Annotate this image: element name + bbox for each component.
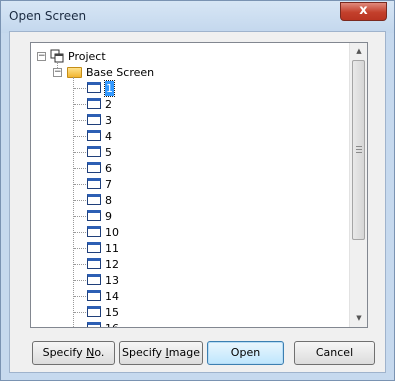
tree-connector-line xyxy=(74,264,86,265)
open-screen-dialog: Open Screen x − Project − Base Screen 1 2 3 4 5 6… xyxy=(0,0,395,381)
screen-icon xyxy=(87,226,101,237)
thumb-grip-line xyxy=(356,149,362,150)
screen-icon xyxy=(87,322,101,327)
tree-row-screen[interactable]: 12 xyxy=(31,257,331,272)
tree-row-screen[interactable]: 3 xyxy=(31,113,331,128)
screen-tree-view[interactable]: − Project − Base Screen 1 2 3 4 5 6 7 8 9 10 11 12 13 14 1… xyxy=(30,42,368,328)
thumb-grip-line xyxy=(356,146,362,147)
tree-label-screen: 12 xyxy=(105,258,119,271)
scrollbar-thumb[interactable] xyxy=(352,60,365,240)
tree-label-screen: 1 xyxy=(104,80,115,97)
tree-label-screen: 4 xyxy=(105,130,112,143)
tree-connector-line xyxy=(74,168,86,169)
screen-icon xyxy=(87,114,101,125)
tree-row-project[interactable]: − Project xyxy=(31,49,331,64)
tree-label-screen: 16 xyxy=(105,321,119,327)
specify-no-label-prefix: Specify xyxy=(42,346,87,359)
tree-connector-line xyxy=(74,120,86,121)
tree-label-screen: 15 xyxy=(105,306,119,319)
screen-icon xyxy=(87,98,101,109)
tree-connector-line xyxy=(74,312,86,313)
tree-connector-line xyxy=(74,232,86,233)
screen-icon xyxy=(87,274,101,285)
thumb-grip-line xyxy=(356,152,362,153)
tree-row-screen[interactable]: 6 xyxy=(31,161,331,176)
vertical-scrollbar[interactable]: ▲ ▼ xyxy=(349,43,367,327)
tree-row-screen[interactable]: 1 xyxy=(31,80,331,97)
screen-icon xyxy=(87,194,101,205)
tree-connector-line xyxy=(74,280,86,281)
tree-connector-line xyxy=(74,296,86,297)
tree-row-screen[interactable]: 10 xyxy=(31,225,331,240)
tree-label-screen: 5 xyxy=(105,146,112,159)
collapse-icon[interactable]: − xyxy=(37,52,46,61)
tree-connector-line xyxy=(74,88,86,89)
specify-no-label-suffix: o. xyxy=(94,346,105,359)
tree-label-screen: 6 xyxy=(105,162,112,175)
tree-label-screen: 3 xyxy=(105,114,112,127)
specify-image-label-suffix: mage xyxy=(168,346,200,359)
open-button[interactable]: Open xyxy=(207,341,284,365)
tree-label-screen: 13 xyxy=(105,274,119,287)
tree-connector-line xyxy=(74,136,86,137)
close-button[interactable]: x xyxy=(340,2,387,21)
collapse-icon[interactable]: − xyxy=(53,68,62,77)
tree-row-screen[interactable]: 9 xyxy=(31,209,331,224)
dialog-title: Open Screen xyxy=(9,9,87,23)
tree-label-screen: 8 xyxy=(105,194,112,207)
tree-label-project: Project xyxy=(68,50,106,63)
screen-icon xyxy=(87,290,101,301)
tree-row-screen[interactable]: 5 xyxy=(31,145,331,160)
tree-row-screen[interactable]: 16 xyxy=(31,321,331,327)
tree-label-screen: 7 xyxy=(105,178,112,191)
folder-icon xyxy=(67,67,82,78)
tree-label-screen: 10 xyxy=(105,226,119,239)
specify-no-button[interactable]: Specify No. xyxy=(32,341,115,365)
tree-row-screen[interactable]: 11 xyxy=(31,241,331,256)
tree-connector-line xyxy=(74,248,86,249)
tree-label-screen: 9 xyxy=(105,210,112,223)
screen-icon xyxy=(87,130,101,141)
screen-icon xyxy=(87,82,101,93)
tree-label-screen: 14 xyxy=(105,290,119,303)
tree-connector-line xyxy=(74,184,86,185)
scroll-down-arrow-icon[interactable]: ▼ xyxy=(351,310,367,326)
dialog-client-area: − Project − Base Screen 1 2 3 4 5 6 7 8 9 10 11 12 13 14 1… xyxy=(9,31,386,373)
screen-icon xyxy=(87,210,101,221)
tree-connector-line xyxy=(74,200,86,201)
tree-label-screen: 2 xyxy=(105,98,112,111)
tree-connector-line xyxy=(74,152,86,153)
screen-icon xyxy=(87,146,101,157)
screen-icon xyxy=(87,306,101,317)
screen-icon xyxy=(87,178,101,189)
tree-label-screen: 11 xyxy=(105,242,119,255)
scroll-up-arrow-icon[interactable]: ▲ xyxy=(351,43,367,59)
tree-content: − Project − Base Screen 1 2 3 4 5 6 7 8 9 10 11 12 13 14 1… xyxy=(31,43,349,327)
tree-row-screen[interactable]: 13 xyxy=(31,273,331,288)
tree-connector-line xyxy=(57,61,58,68)
tree-row-screen[interactable]: 7 xyxy=(31,177,331,192)
screen-icon xyxy=(87,242,101,253)
screen-icon xyxy=(87,258,101,269)
specify-image-label-prefix: Specify xyxy=(122,346,166,359)
tree-row-base-screen[interactable]: − Base Screen xyxy=(31,65,331,80)
tree-row-screen[interactable]: 8 xyxy=(31,193,331,208)
tree-connector-line xyxy=(74,104,86,105)
screen-icon xyxy=(87,162,101,173)
tree-row-screen[interactable]: 4 xyxy=(31,129,331,144)
title-bar: Open Screen x xyxy=(1,1,394,33)
tree-connector-line xyxy=(74,216,86,217)
specify-image-button[interactable]: Specify Image xyxy=(119,341,203,365)
tree-row-screen[interactable]: 2 xyxy=(31,97,331,112)
tree-label-base-screen: Base Screen xyxy=(86,66,155,79)
tree-row-screen[interactable]: 15 xyxy=(31,305,331,320)
cancel-button[interactable]: Cancel xyxy=(294,341,375,365)
tree-row-screen[interactable]: 14 xyxy=(31,289,331,304)
